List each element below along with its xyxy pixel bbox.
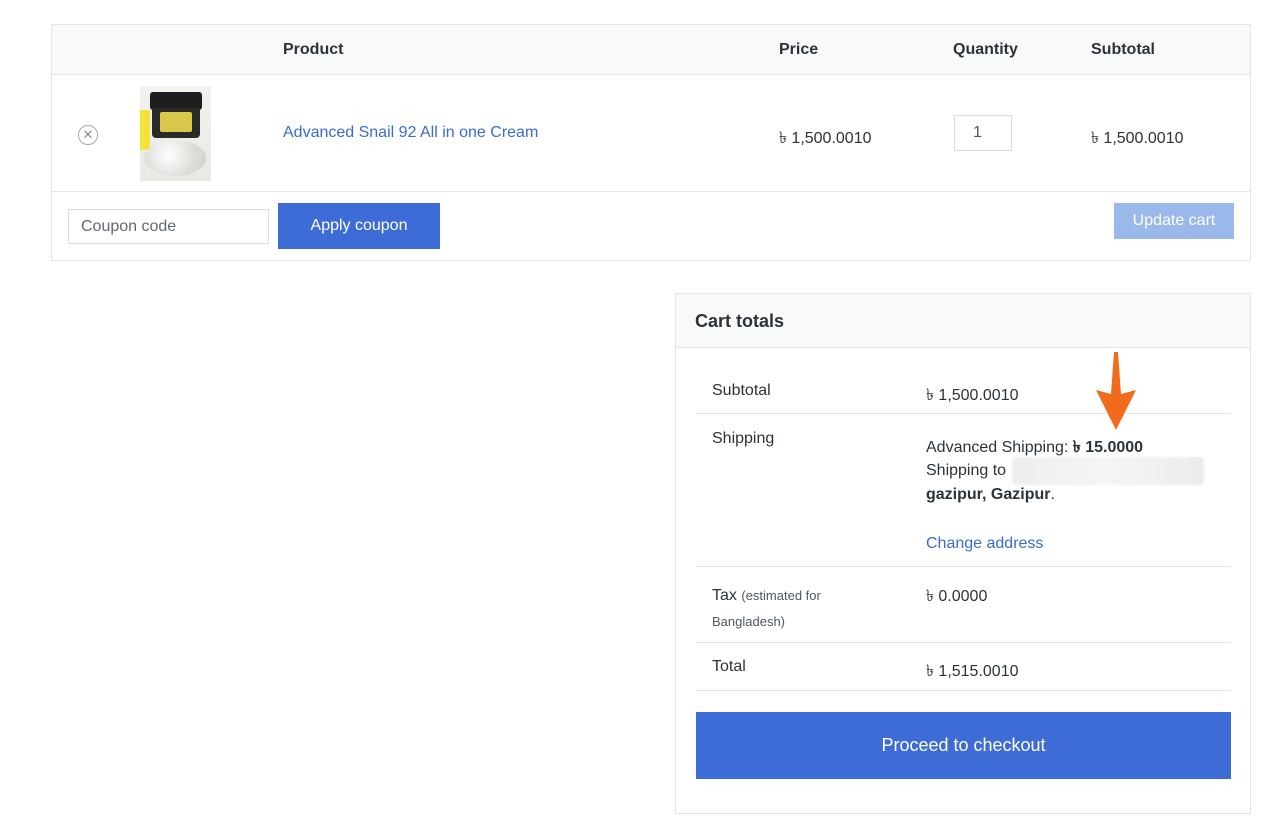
cart-table-header: Product Price Quantity Subtotal	[52, 25, 1250, 75]
tax-label-text: Tax	[712, 587, 737, 604]
product-name-link[interactable]: Advanced Snail 92 All in one Cream	[283, 124, 538, 142]
totals-subtotal-label: Subtotal	[712, 382, 771, 399]
change-address-link[interactable]: Change address	[926, 535, 1043, 553]
shipping-method-name: Advanced Shipping:	[926, 439, 1073, 456]
tax-note-line1: (estimated for	[741, 588, 821, 603]
thumbnail-jar-label	[160, 112, 192, 132]
apply-coupon-button[interactable]: Apply coupon	[278, 203, 440, 249]
shipping-to-label: Shipping to	[926, 462, 1007, 479]
header-product: Product	[283, 41, 344, 58]
totals-tax-row: Tax (estimated for Bangladesh) ৳ 0.0000	[696, 567, 1231, 643]
totals-tax-value: ৳ 0.0000	[926, 588, 988, 605]
header-subtotal: Subtotal	[1091, 41, 1155, 58]
shipping-city: gazipur, Gazipur	[926, 486, 1051, 503]
update-cart-button[interactable]: Update cart	[1114, 203, 1234, 239]
totals-total-value: ৳ 1,515.0010	[926, 663, 1019, 680]
item-subtotal: ৳ 1,500.0010	[1091, 130, 1184, 147]
item-price: ৳ 1,500.0010	[779, 130, 872, 147]
thumbnail-yellow-card	[140, 110, 150, 150]
cart-item-row: ✕ Advanced Snail 92 All in one Cream ৳ 1…	[52, 75, 1250, 192]
cart-totals-header: Cart totals	[676, 294, 1250, 348]
cart-totals-title: Cart totals	[695, 311, 785, 331]
quantity-input[interactable]	[954, 115, 1012, 151]
totals-total-row: Total ৳ 1,515.0010	[696, 643, 1231, 691]
totals-shipping-label: Shipping	[712, 430, 775, 447]
shipping-destination: gazipur, Gazipur.	[926, 486, 1055, 504]
totals-subtotal-row: Subtotal ৳ 1,500.0010	[696, 368, 1231, 414]
coupon-code-input[interactable]	[68, 209, 269, 244]
cart-totals-panel: Cart totals Subtotal ৳ 1,500.0010 Shippi…	[675, 293, 1251, 814]
proceed-to-checkout-button[interactable]: Proceed to checkout	[696, 712, 1231, 779]
tax-note-line2: Bangladesh)	[712, 614, 785, 629]
arrow-down-icon	[1096, 352, 1136, 430]
thumbnail-glass	[144, 140, 206, 176]
shipping-period: .	[1050, 486, 1055, 503]
totals-subtotal-value: ৳ 1,500.0010	[926, 387, 1019, 404]
shipping-cost: ৳ 15.0000	[1072, 439, 1144, 456]
header-price: Price	[779, 41, 819, 58]
totals-tax-label: Tax (estimated for Bangladesh)	[712, 583, 821, 635]
product-thumbnail[interactable]	[140, 86, 211, 181]
header-quantity: Quantity	[953, 41, 1018, 58]
cart-table: Product Price Quantity Subtotal ✕ Advanc…	[51, 24, 1251, 261]
redacted-address	[1012, 457, 1204, 485]
totals-shipping-row: Shipping Advanced Shipping: ৳ 15.0000 Sh…	[696, 414, 1231, 567]
totals-total-label: Total	[712, 658, 746, 675]
remove-item-icon[interactable]: ✕	[78, 125, 98, 145]
